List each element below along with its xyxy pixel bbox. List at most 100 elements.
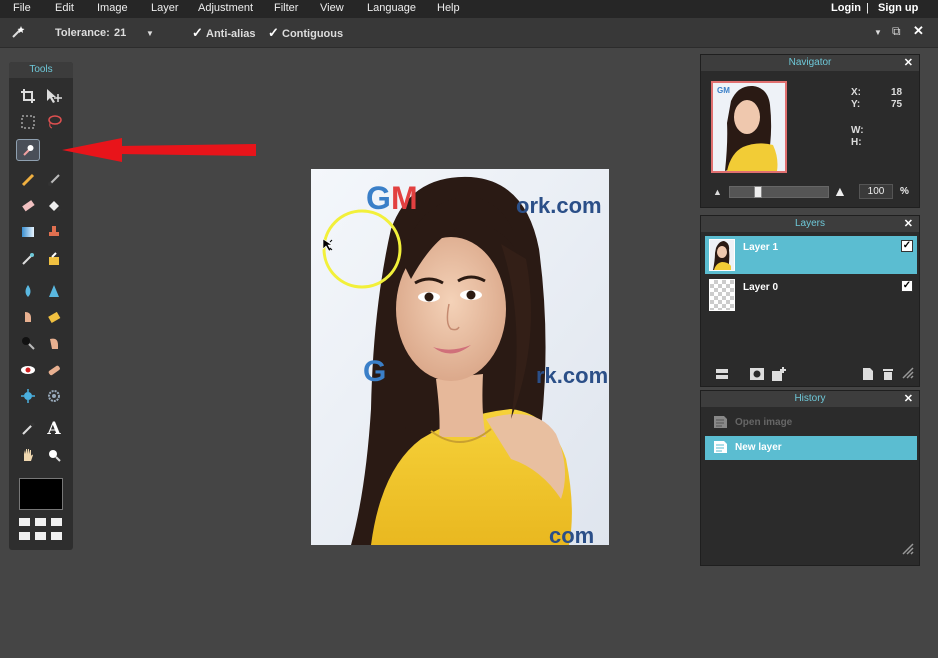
nav-h-label: H:: [851, 137, 862, 148]
layer-mask-icon[interactable]: [749, 367, 764, 381]
navigator-close-icon[interactable]: ✕: [904, 56, 913, 69]
clone-stamp-tool-icon[interactable]: [43, 222, 65, 242]
blur-tool-icon[interactable]: [17, 281, 39, 301]
menu-edit[interactable]: Edit: [55, 2, 74, 14]
marquee-tool-icon[interactable]: [17, 112, 39, 132]
pencil-tool-icon[interactable]: [17, 170, 39, 190]
layout-grid-icon[interactable]: [51, 518, 62, 526]
lasso-tool-icon[interactable]: [43, 112, 65, 132]
zoom-in-icon[interactable]: ▲: [833, 183, 847, 199]
type-tool-icon[interactable]: A: [43, 419, 65, 439]
history-item-icon: [713, 440, 729, 459]
svg-text:com: com: [549, 523, 594, 545]
window-dropdown-icon[interactable]: ▼: [874, 28, 882, 37]
layout-grid-icon[interactable]: [19, 518, 30, 526]
red-eye-tool-icon[interactable]: [17, 360, 39, 380]
pinch-tool-icon[interactable]: [43, 386, 65, 406]
color-picker-tool-icon[interactable]: [17, 419, 39, 439]
gradient-tool-icon[interactable]: [17, 222, 39, 242]
layer-thumbnail: [709, 279, 735, 311]
hand-tool-icon[interactable]: [17, 445, 39, 465]
tolerance-value[interactable]: 21: [114, 27, 126, 39]
account-separator: |: [866, 2, 869, 14]
zoom-tool-icon[interactable]: [43, 445, 65, 465]
menu-filter[interactable]: Filter: [274, 2, 298, 14]
menu-image[interactable]: Image: [97, 2, 128, 14]
menu-language[interactable]: Language: [367, 2, 416, 14]
resize-grip-icon[interactable]: [901, 367, 915, 381]
foreground-color-swatch[interactable]: [19, 478, 63, 510]
login-link[interactable]: Login: [831, 2, 861, 14]
navigator-thumbnail-image: GM: [713, 83, 785, 171]
layout-grid-icon[interactable]: [35, 518, 46, 526]
nav-y-label: Y:: [851, 99, 861, 110]
layer-name: Layer 0: [743, 282, 779, 293]
red-arrow-annotation: [62, 138, 256, 162]
history-item-selected[interactable]: New layer: [705, 436, 917, 460]
zoom-out-icon[interactable]: ▲: [713, 187, 722, 197]
history-close-icon[interactable]: ✕: [904, 392, 913, 405]
eraser-tool-icon[interactable]: [17, 196, 39, 216]
history-item-label: New layer: [735, 442, 782, 453]
history-title: History: [701, 391, 919, 407]
history-item[interactable]: Open image: [705, 411, 917, 435]
contiguous-checkbox[interactable]: ✓: [268, 25, 280, 40]
history-item-icon: [713, 415, 729, 434]
layers-close-icon[interactable]: ✕: [904, 217, 913, 230]
canvas-image[interactable]: G M ork.com G rk.com com: [311, 169, 609, 545]
sharpen-tool-icon[interactable]: [43, 281, 65, 301]
zoom-value-input[interactable]: 100: [859, 184, 893, 199]
dodge-tool-icon[interactable]: [17, 333, 39, 353]
history-panel: History ✕ Open image New layer: [700, 390, 920, 566]
nav-y-value: 75: [891, 99, 903, 110]
layer-visibility-checkbox[interactable]: ✓: [901, 240, 913, 252]
menu-layer[interactable]: Layer: [151, 2, 179, 14]
layout-grid-icon[interactable]: [19, 532, 30, 540]
menu-view[interactable]: View: [320, 2, 344, 14]
resize-grip-icon[interactable]: [901, 543, 915, 557]
zoom-slider[interactable]: [729, 186, 829, 198]
layer-row[interactable]: Layer 1 ✓: [705, 236, 917, 274]
antialias-checkbox[interactable]: ✓: [192, 25, 204, 40]
trash-icon[interactable]: [881, 367, 895, 381]
drawing-tool-icon[interactable]: [43, 249, 65, 269]
tolerance-label: Tolerance:: [55, 27, 110, 39]
tolerance-dropdown-icon[interactable]: ▼: [146, 29, 154, 38]
antialias-label: Anti-alias: [206, 28, 256, 40]
move-tool-icon[interactable]: [43, 86, 65, 106]
sponge-tool-icon[interactable]: [43, 307, 65, 327]
burn-tool-icon[interactable]: [43, 333, 65, 353]
svg-text:rk.com: rk.com: [536, 363, 608, 388]
menu-adjustment[interactable]: Adjustment: [198, 2, 253, 14]
tool-options-bar: Tolerance: 21 ▼ ✓ Anti-alias ✓ Contiguou…: [0, 18, 938, 48]
close-window-icon[interactable]: ✕: [913, 23, 924, 39]
layer-styles-icon[interactable]: [771, 366, 786, 381]
magic-wand-tool-icon[interactable]: [16, 139, 40, 161]
layer-row[interactable]: Layer 0 ✓: [705, 276, 917, 314]
menu-bar: File Edit Image Layer Adjustment Filter …: [0, 0, 938, 18]
spot-heal-tool-icon[interactable]: [43, 360, 65, 380]
layout-grid-icon[interactable]: [51, 532, 62, 540]
paint-bucket-tool-icon[interactable]: [43, 196, 65, 216]
menu-help[interactable]: Help: [437, 2, 460, 14]
brush-tool-icon[interactable]: [43, 170, 65, 190]
smudge-tool-icon[interactable]: [17, 307, 39, 327]
zoom-slider-handle[interactable]: [754, 186, 762, 198]
contiguous-label: Contiguous: [282, 28, 344, 40]
new-layer-icon[interactable]: [861, 367, 875, 381]
color-replace-tool-icon[interactable]: [17, 249, 39, 269]
bloat-tool-icon[interactable]: [17, 386, 39, 406]
menu-file[interactable]: File: [13, 2, 31, 14]
restore-window-icon[interactable]: ⧉: [892, 24, 901, 39]
navigator-thumbnail[interactable]: GM: [711, 81, 787, 173]
crop-tool-icon[interactable]: [17, 86, 39, 106]
layer-visibility-checkbox[interactable]: ✓: [901, 280, 913, 292]
layer-settings-icon[interactable]: [715, 367, 729, 381]
layers-title: Layers: [701, 216, 919, 232]
layer-thumbnail-image: [710, 240, 734, 270]
layers-panel: Layers ✕ Layer 1 ✓ Layer 0 ✓: [700, 215, 920, 387]
nav-w-label: W:: [851, 125, 864, 136]
navigator-panel: Navigator ✕ GM X: 18 Y: 75 W: H: ▲ ▲ 100…: [700, 54, 920, 208]
layout-grid-icon[interactable]: [35, 532, 46, 540]
signup-link[interactable]: Sign up: [878, 2, 918, 14]
